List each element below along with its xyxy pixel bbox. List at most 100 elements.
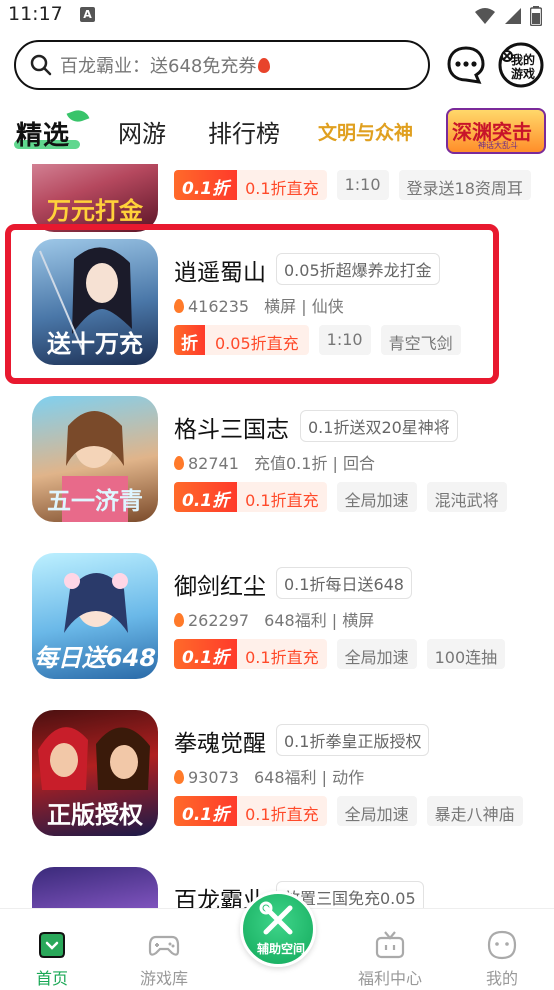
feature-tag: 全局加速: [336, 639, 417, 669]
nav-welfare-label: 福利中心: [357, 969, 422, 988]
game-row[interactable]: 五一济青 格斗三国志 0.1折送双20星神将 82741 充值0.1折 | 回合…: [0, 396, 554, 546]
game-row[interactable]: 每日送648 御剑红尘 0.1折每日送648 262297 648福利 | 横屏…: [0, 553, 554, 703]
feature-tag: 100连抽: [426, 639, 506, 669]
signal-icon: [505, 8, 521, 24]
popularity-count: 93073: [188, 768, 239, 787]
flame-icon: [174, 456, 184, 470]
game-icon-caption: 万元打金: [47, 197, 143, 225]
game-icon-caption: 正版授权: [47, 801, 143, 829]
discount-label: 0.1折: [174, 482, 238, 512]
game-icon: 每日送648: [32, 553, 158, 679]
tv-gift-icon: [375, 931, 405, 959]
discount-label: 折: [174, 325, 205, 355]
game-title: 逍遥蜀山: [174, 260, 266, 286]
feature-tag: 全局加速: [336, 482, 417, 512]
game-icon-caption: 送十万充: [47, 330, 143, 358]
discount-text: 0.1折直充: [237, 482, 327, 512]
discount-badge: 0.1折 0.1折直充: [174, 639, 327, 669]
popularity-count: 416235: [188, 297, 250, 316]
tab-event-shenyuan-sub: 神话大乱斗: [478, 141, 518, 150]
nav-welfare[interactable]: 福利中心: [340, 909, 440, 990]
game-icon: 送十万充: [32, 239, 158, 365]
popularity-count: 82741: [188, 454, 239, 473]
fire-drop-icon: [258, 57, 271, 73]
discount-label: 0.1折: [174, 639, 238, 669]
game-title: 格斗三国志: [174, 417, 289, 443]
battery-icon: [530, 6, 542, 26]
tools-icon: [259, 901, 293, 935]
tab-online[interactable]: 网游: [118, 114, 166, 149]
game-category: 648福利 | 动作: [254, 768, 365, 787]
game-badges: 0.1折 0.1折直充 全局加速 暴走八神庙: [174, 796, 523, 826]
nav-library[interactable]: 游戏库: [114, 909, 214, 990]
nav-assistant-label: 辅助空间: [256, 942, 305, 956]
game-row[interactable]: 正版授权 拳魂觉醒 0.1折拳皇正版授权 93073 648福利 | 动作 0.…: [0, 710, 554, 860]
gamepad-icon: [148, 935, 180, 956]
game-tag: 0.05折超爆养龙打金: [276, 253, 440, 285]
game-title: 御剑红尘: [174, 574, 266, 600]
game-icon: [32, 867, 158, 908]
nav-home[interactable]: 首页: [2, 909, 102, 990]
search-placeholder: 百龙霸业：送648免充券: [60, 56, 257, 77]
discount-text: 0.1折直充: [237, 796, 327, 826]
home-icon: [39, 932, 65, 958]
nav-home-label: 首页: [35, 969, 68, 988]
nav-assistant[interactable]: 辅助空间: [240, 891, 316, 967]
status-bar: 11:17 A: [0, 0, 554, 32]
tab-event-wenming[interactable]: 文明与众神: [318, 118, 413, 145]
feature-tag: 全局加速: [336, 796, 417, 826]
bottom-nav: 首页 游戏库 辅助空间 福利中心 我的: [0, 891, 554, 990]
game-icon: 正版授权: [32, 710, 158, 836]
discount-badge: 0.1折 0.1折直充: [174, 796, 327, 826]
nav-mine-label: 我的: [485, 969, 518, 988]
nav-mine[interactable]: 我的: [452, 909, 552, 990]
discount-label: 0.1折: [174, 796, 238, 826]
discount-label: 0.1折: [174, 170, 238, 200]
wifi-icon: [475, 8, 495, 24]
game-icon-caption: 每日送648: [33, 644, 157, 672]
game-icon: 五一济青: [32, 396, 158, 522]
game-icon-caption: 五一济青: [47, 487, 143, 515]
discount-badge: 0.1折 0.1折直充: [174, 482, 327, 512]
notification-icon: A: [80, 7, 95, 22]
game-category: 横屏 | 仙侠: [264, 297, 344, 316]
feature-tag: 青空飞剑: [380, 325, 461, 355]
feature-tag: 混沌武将: [426, 482, 507, 512]
discount-text: 0.1折直充: [237, 170, 327, 200]
game-icon: 万元打金: [32, 164, 158, 232]
search-input[interactable]: 百龙霸业：送648免充券: [14, 40, 430, 90]
feature-tag: 暴走八神庙: [426, 796, 523, 826]
game-meta: 82741 充值0.1折 | 回合: [174, 450, 375, 474]
category-tabs: 精选 网游 排行榜 文明与众神 深渊突击 神话大乱斗: [0, 100, 554, 164]
my-games-button[interactable]: 我的 游戏: [498, 42, 544, 88]
game-row[interactable]: 送十万充 逍遥蜀山 0.05折超爆养龙打金 416235 横屏 | 仙侠 折 0…: [0, 239, 554, 389]
tab-event-shenyuan[interactable]: 深渊突击 神话大乱斗: [446, 108, 546, 154]
discount-badge: 0.1折 0.1折直充: [174, 170, 327, 200]
tab-featured-label: 精选: [16, 121, 71, 151]
popularity-count: 262297: [188, 611, 250, 630]
game-meta: 262297 648福利 | 横屏: [174, 607, 374, 631]
game-badges: 0.1折 0.1折直充 全局加速 混沌武将: [174, 482, 507, 512]
game-meta: 93073 648福利 | 动作: [174, 764, 364, 788]
tab-ranking[interactable]: 排行榜: [208, 114, 280, 149]
feature-tag: 1:10: [336, 170, 389, 200]
game-tag: 0.1折送双20星神将: [300, 410, 458, 442]
game-tag: 0.1折每日送648: [276, 567, 412, 599]
game-badges: 折 0.05折直充 1:10 青空飞剑: [174, 325, 461, 355]
game-tag: 0.1折拳皇正版授权: [276, 724, 430, 756]
tab-featured[interactable]: 精选: [10, 106, 90, 154]
nav-library-label: 游戏库: [139, 969, 188, 988]
game-category: 充值0.1折 | 回合: [254, 454, 376, 473]
search-icon: [30, 54, 52, 76]
game-title: 拳魂觉醒: [174, 731, 266, 757]
game-badges: 0.1折 0.1折直充 1:10 登录送18资周耳: [174, 170, 531, 200]
profile-icon: [487, 930, 517, 960]
game-meta: 416235 横屏 | 仙侠: [174, 293, 344, 317]
discount-text: 0.05折直充: [205, 325, 309, 355]
game-list: 万元打金 0.1折 0.1折直充 1:10 登录送18资周耳 送十万充 逍遥蜀山…: [0, 164, 554, 908]
game-badges: 0.1折 0.1折直充 全局加速 100连抽: [174, 639, 506, 669]
flame-icon: [174, 613, 184, 627]
flame-icon: [174, 299, 184, 313]
message-icon[interactable]: [446, 45, 486, 85]
flame-icon: [174, 770, 184, 784]
